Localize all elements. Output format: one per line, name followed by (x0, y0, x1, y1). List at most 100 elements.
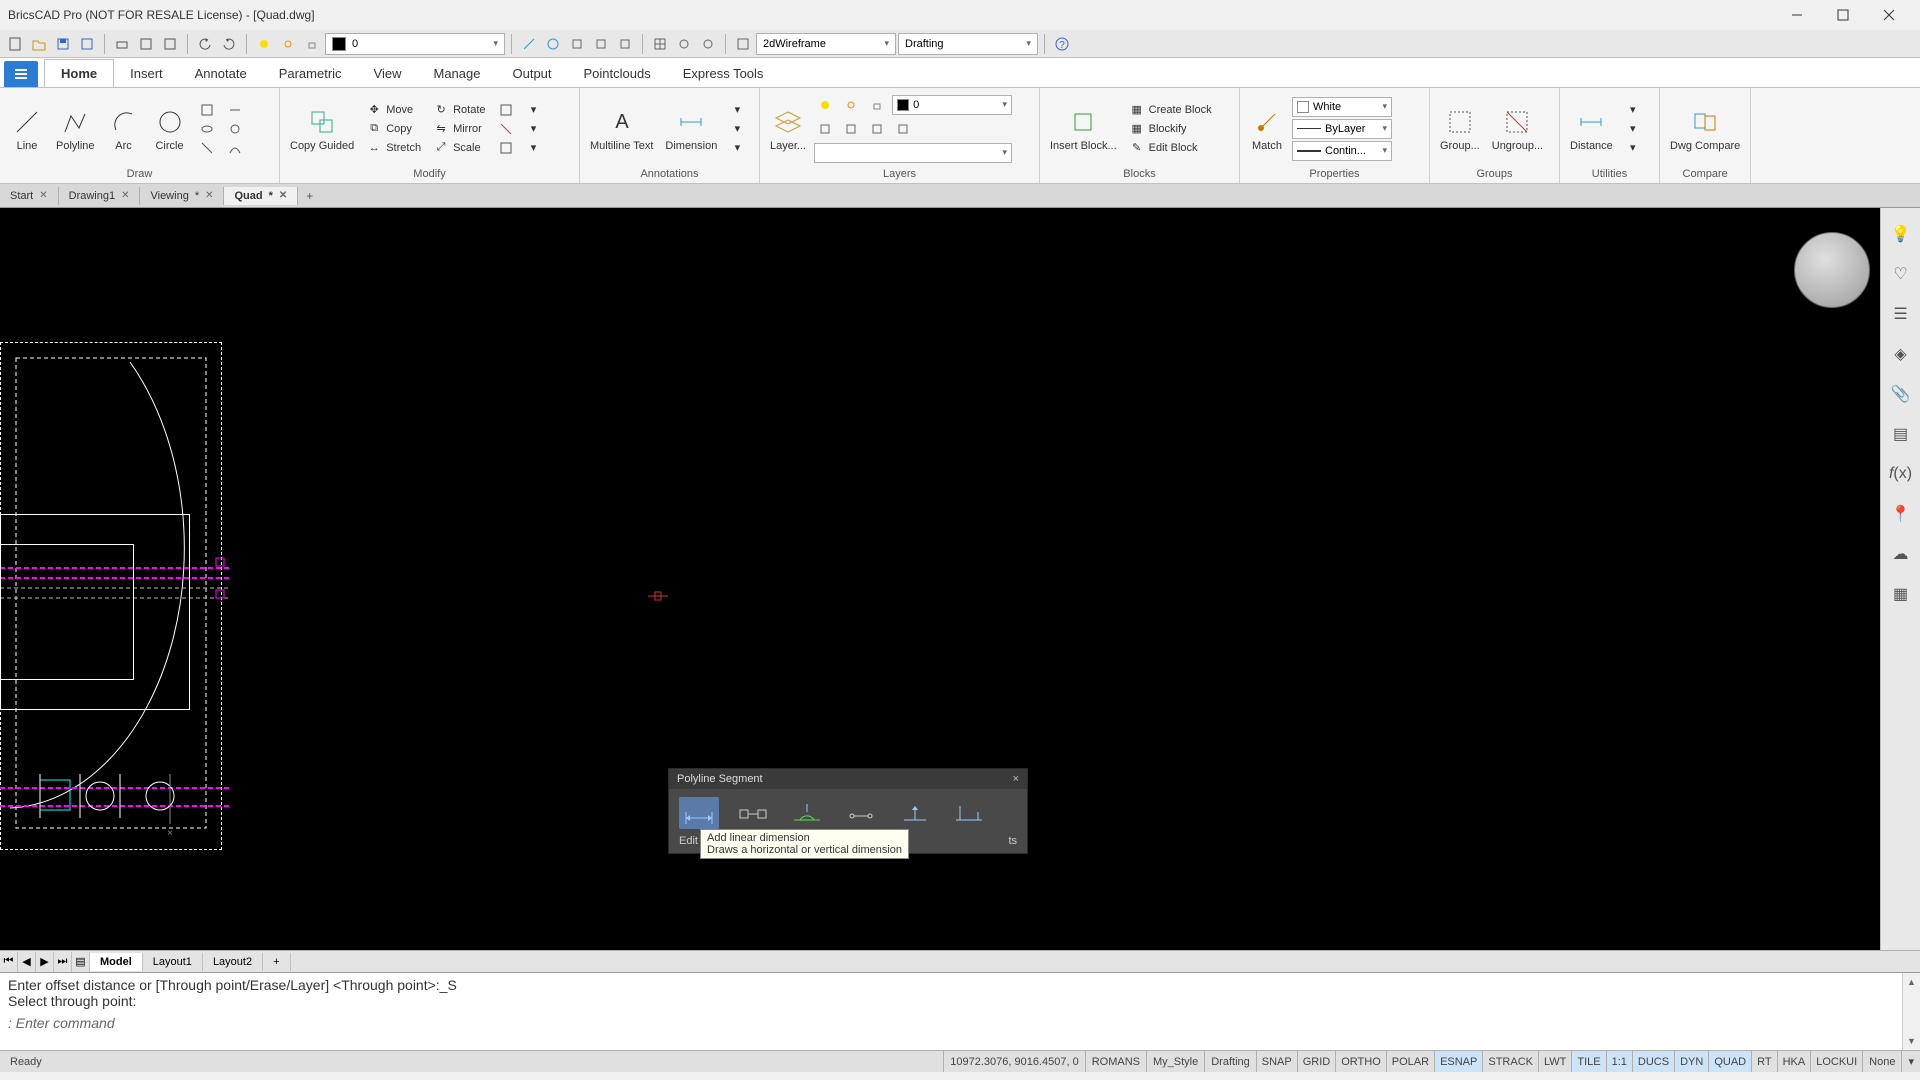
match-button[interactable]: Match (1246, 104, 1288, 154)
copy-guided-button[interactable]: Copy Guided (286, 104, 358, 154)
layers-button[interactable]: Layer... (766, 104, 810, 154)
qat-tool-icon[interactable] (566, 33, 588, 55)
ribbon-tab-home[interactable]: Home (44, 59, 114, 87)
ribbon-tab-parametric[interactable]: Parametric (263, 60, 358, 87)
status-toggle-esnap[interactable]: ESNAP (1434, 1051, 1482, 1072)
layout-tab-layout1[interactable]: Layout1 (143, 953, 203, 971)
doc-tab-start[interactable]: Start✕ (0, 187, 59, 205)
layout-nav-prev-button[interactable]: ◀ (18, 952, 36, 972)
move-button[interactable]: ✥Move (362, 101, 425, 119)
status-textstyle[interactable]: ROMANS (1085, 1051, 1146, 1072)
quad-aligned-dim-button[interactable] (733, 797, 773, 829)
draw-misc3-button[interactable] (195, 139, 219, 157)
line-button[interactable]: Line (6, 104, 48, 154)
util-misc1-button[interactable]: ▾ (1621, 101, 1645, 119)
status-toggle-tile[interactable]: TILE (1571, 1051, 1605, 1072)
ribbon-tab-output[interactable]: Output (496, 60, 567, 87)
insert-block-button[interactable]: Insert Block... (1046, 104, 1121, 154)
layout-tab-add-button[interactable]: + (263, 953, 290, 971)
qat-visual-style-combo[interactable]: 2dWireframe (756, 33, 896, 55)
draw-misc4-button[interactable] (223, 101, 247, 119)
status-toggle-ducs[interactable]: DUCS (1632, 1051, 1674, 1072)
util-misc2-button[interactable]: ▾ (1621, 120, 1645, 138)
qat-publish-icon[interactable] (159, 33, 181, 55)
status-workspace[interactable]: Drafting (1204, 1051, 1256, 1072)
ungroup-button[interactable]: Ungroup... (1488, 104, 1547, 154)
create-block-button[interactable]: ▦Create Block (1125, 101, 1216, 119)
side-panel-cloud-icon[interactable]: ☁ (1889, 542, 1913, 566)
layer-combo[interactable]: 0 (892, 95, 1012, 115)
modify-misc5-button[interactable]: ▾ (522, 120, 546, 138)
quad-footer-left[interactable]: Edit (679, 835, 698, 847)
layout-nav-list-button[interactable]: ▤ (72, 952, 90, 972)
quad-linear-dim-button[interactable] (679, 797, 719, 829)
anno-misc2-button[interactable]: ▾ (725, 120, 749, 138)
close-icon[interactable]: ✕ (279, 190, 287, 201)
modify-misc1-button[interactable] (494, 101, 518, 119)
side-panel-settings-icon[interactable]: ☰ (1889, 302, 1913, 326)
side-panel-grid-icon[interactable]: ▦ (1889, 582, 1913, 606)
close-icon[interactable]: ✕ (39, 190, 47, 201)
layout-nav-last-button[interactable]: ⏭ (54, 952, 72, 972)
copy-button[interactable]: ⧉Copy (362, 120, 425, 138)
side-panel-structure-icon[interactable]: ▤ (1889, 422, 1913, 446)
layer-tool2-icon[interactable] (840, 118, 862, 140)
qat-param-icon[interactable] (542, 33, 564, 55)
side-panel-pin-icon[interactable]: 📍 (1889, 502, 1913, 526)
status-toggle-polar[interactable]: POLAR (1386, 1051, 1434, 1072)
stretch-button[interactable]: ↔Stretch (362, 139, 425, 157)
draw-misc6-button[interactable] (223, 139, 247, 157)
app-menu-button[interactable] (4, 61, 38, 87)
group-button[interactable]: Group... (1436, 104, 1484, 154)
ribbon-tab-annotate[interactable]: Annotate (179, 60, 263, 87)
status-toggle-strack[interactable]: STRACK (1482, 1051, 1538, 1072)
status-toggle-snap[interactable]: SNAP (1256, 1051, 1297, 1072)
status-toggle-1:1[interactable]: 1:1 (1606, 1051, 1632, 1072)
anno-misc1-button[interactable]: ▾ (725, 101, 749, 119)
qat-print-preview-icon[interactable] (135, 33, 157, 55)
ribbon-tab-insert[interactable]: Insert (114, 60, 179, 87)
quad-baseline-dim-button[interactable] (895, 797, 935, 829)
status-toggle-dyn[interactable]: DYN (1674, 1051, 1708, 1072)
draw-misc2-button[interactable] (195, 120, 219, 138)
status-menu-button[interactable]: ▾ (1901, 1051, 1920, 1072)
ribbon-tab-view[interactable]: View (358, 60, 418, 87)
side-panel-fx-icon[interactable]: f(x) (1889, 462, 1913, 486)
layer-state2-icon[interactable] (840, 94, 862, 116)
doc-tab-quad[interactable]: Quad*✕ (224, 187, 298, 205)
blockify-button[interactable]: ▦Blockify (1125, 120, 1216, 138)
anno-misc3-button[interactable]: ▾ (725, 139, 749, 157)
doc-tab-viewing[interactable]: Viewing*✕ (140, 187, 224, 205)
scale-button[interactable]: ⤢Scale (429, 139, 489, 157)
status-toggle-rt[interactable]: RT (1751, 1051, 1776, 1072)
layer-tool3-icon[interactable] (866, 118, 888, 140)
viewcube[interactable] (1794, 232, 1870, 308)
qat-layer-sun-icon[interactable] (277, 33, 299, 55)
modify-misc6-button[interactable]: ▾ (522, 139, 546, 157)
doc-tab-add-button[interactable]: + (298, 186, 321, 206)
side-panel-attach-icon[interactable]: 📎 (1889, 382, 1913, 406)
side-panel-layers-icon[interactable]: ◈ (1889, 342, 1913, 366)
draw-misc5-button[interactable] (223, 120, 247, 138)
dimension-button[interactable]: Dimension (661, 104, 721, 154)
qat-open-icon[interactable] (28, 33, 50, 55)
qat-render-icon[interactable] (732, 33, 754, 55)
prop-linetype-combo[interactable]: ByLayer (1292, 119, 1392, 139)
dwg-compare-button[interactable]: Dwg Compare (1666, 104, 1744, 154)
quad-close-button[interactable]: × (1013, 773, 1019, 785)
status-toggle-hka[interactable]: HKA (1777, 1051, 1811, 1072)
edit-block-button[interactable]: ✎Edit Block (1125, 139, 1216, 157)
window-minimize-button[interactable] (1774, 0, 1820, 30)
ribbon-tab-pointclouds[interactable]: Pointclouds (568, 60, 667, 87)
rotate-button[interactable]: ↻Rotate (429, 101, 489, 119)
command-window[interactable]: Enter offset distance or [Through point/… (0, 972, 1920, 1050)
qat-grid-icon[interactable] (649, 33, 671, 55)
status-toggle-lockui[interactable]: LOCKUI (1810, 1051, 1862, 1072)
layout-nav-next-button[interactable]: ▶ (36, 952, 54, 972)
prop-color-combo[interactable]: White (1292, 97, 1392, 117)
ribbon-tab-express-tools[interactable]: Express Tools (667, 60, 780, 87)
window-maximize-button[interactable] (1820, 0, 1866, 30)
modify-misc3-button[interactable] (494, 139, 518, 157)
modify-misc4-button[interactable]: ▾ (522, 101, 546, 119)
qat-tool2-icon[interactable] (590, 33, 612, 55)
